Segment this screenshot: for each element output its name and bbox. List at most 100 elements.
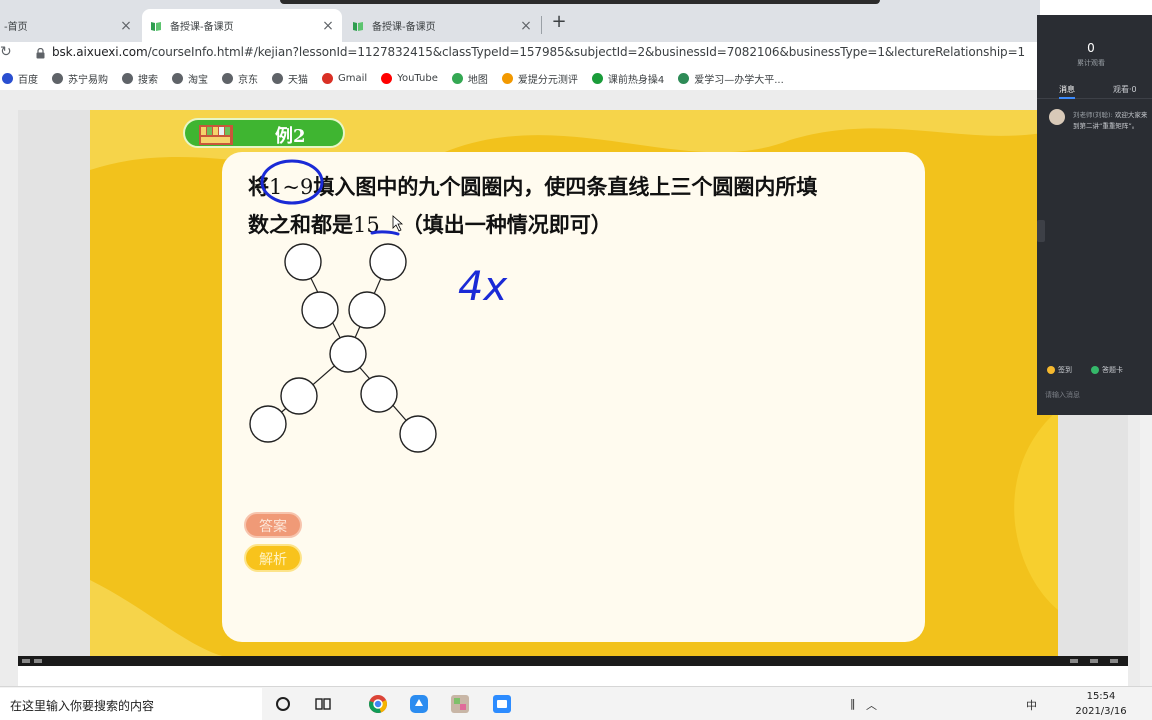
bookmark-label: 爱提分元测评 bbox=[517, 74, 578, 86]
tab-prep[interactable]: 备授课-备课页 × bbox=[344, 9, 540, 42]
bookmark-item[interactable]: YouTube bbox=[381, 72, 438, 84]
bookmark-icon bbox=[52, 72, 63, 84]
tab-separator bbox=[541, 16, 542, 34]
question-text-part: （填出一种情况即可） bbox=[401, 213, 612, 237]
viewer-count: 0 bbox=[1087, 41, 1095, 55]
signin-button[interactable]: 签到 bbox=[1047, 365, 1072, 375]
example-label: 例2 bbox=[183, 118, 345, 148]
answer-card-button[interactable]: 答题卡 bbox=[1091, 365, 1123, 375]
bookmark-icon bbox=[451, 72, 463, 84]
tab-viewers[interactable]: 观看·0 bbox=[1113, 84, 1137, 95]
chat-message: 刘老师(刘聪): 欢迎大家来到第二讲“重重矩阵”。 bbox=[1073, 110, 1151, 132]
question-line-1: 将1~9填入图中的九个圆圈内，使四条直线上三个圆圈内所填 bbox=[248, 168, 817, 206]
player-control-icon[interactable] bbox=[1070, 659, 1078, 663]
clock[interactable]: 15:54 2021/3/16 bbox=[1070, 689, 1132, 719]
diagram-circle bbox=[301, 291, 339, 329]
bookmark-item[interactable]: 京东 bbox=[222, 71, 258, 86]
tab-home[interactable]: -首页 × bbox=[0, 9, 140, 42]
tray-expand-icon[interactable]: ︿ bbox=[866, 697, 877, 713]
panel-tabs: 消息 观看·0 bbox=[1037, 79, 1152, 99]
viewer-count-label: 累计观看 bbox=[1077, 59, 1105, 67]
answer-button[interactable]: 答案 bbox=[244, 512, 302, 538]
scrollbar[interactable] bbox=[1140, 415, 1152, 686]
task-view-icon[interactable] bbox=[312, 693, 334, 715]
diagram-circle bbox=[280, 377, 318, 415]
diagram-circle bbox=[348, 291, 386, 329]
url-field[interactable]: bsk.aixuexi.com/courseInfo.html#/kejian?… bbox=[52, 45, 1025, 59]
bookmark-item[interactable]: 淘宝 bbox=[172, 71, 208, 86]
bookmark-label: 地图 bbox=[467, 74, 488, 86]
tab-title: 备授课-备课页 bbox=[372, 22, 436, 33]
bookmark-item[interactable]: 爱提分元测评 bbox=[501, 71, 578, 86]
bookmark-item[interactable]: 课前热身操4 bbox=[591, 71, 664, 86]
example-title: 例2 bbox=[275, 126, 306, 147]
player-control-icon[interactable] bbox=[1090, 659, 1098, 663]
lock-icon[interactable] bbox=[36, 48, 45, 59]
clock-time: 15:54 bbox=[1086, 691, 1116, 702]
bookmark-item[interactable]: 天猫 bbox=[272, 71, 308, 86]
tab-prep-active[interactable]: 备授课-备课页 × bbox=[142, 9, 342, 42]
message-sender: 刘老师(刘聪): bbox=[1073, 111, 1113, 119]
tab-messages[interactable]: 消息 bbox=[1059, 84, 1075, 95]
cortana-icon[interactable] bbox=[272, 693, 294, 715]
bookmark-item[interactable]: 苏宁易购 bbox=[52, 71, 108, 86]
chrome-icon[interactable] bbox=[367, 693, 389, 715]
close-icon[interactable]: × bbox=[320, 18, 336, 34]
diagram-circle bbox=[249, 405, 287, 443]
question-range: 1~9 bbox=[269, 175, 314, 199]
app-icon-blue[interactable] bbox=[408, 693, 430, 715]
analysis-button[interactable]: 解析 bbox=[244, 544, 302, 572]
bookmark-icon bbox=[172, 72, 183, 84]
book-icon bbox=[151, 21, 161, 31]
avatar bbox=[1049, 109, 1065, 125]
question-sum: 15 bbox=[353, 213, 380, 237]
live-side-panel: 0 累计观看 消息 观看·0 刘老师(刘聪): 欢迎大家来到第二讲“重重矩阵”。… bbox=[1037, 15, 1152, 415]
below-player bbox=[18, 666, 1128, 686]
bookmark-item[interactable]: 爱学习—办学大平... bbox=[678, 71, 784, 86]
app-icon-meeting[interactable] bbox=[491, 693, 513, 715]
bookmark-label: 天猫 bbox=[288, 74, 308, 86]
new-tab-button[interactable]: + bbox=[548, 12, 570, 34]
close-icon[interactable]: × bbox=[118, 18, 134, 34]
window-top-edge bbox=[280, 0, 880, 4]
player-control-icon[interactable] bbox=[22, 659, 30, 663]
bookmark-item[interactable]: Gmail bbox=[322, 72, 368, 84]
taskbar-search-placeholder: 在这里输入你要搜索的内容 bbox=[10, 699, 155, 713]
taskbar-search[interactable]: 在这里输入你要搜索的内容 bbox=[0, 688, 262, 720]
panel-collapse-handle[interactable] bbox=[1037, 220, 1045, 242]
bookmark-item[interactable]: 百度 bbox=[2, 71, 38, 86]
bookmark-label: 淘宝 bbox=[188, 74, 208, 86]
book-icon bbox=[353, 21, 363, 31]
reload-icon[interactable]: ↻ bbox=[0, 44, 16, 60]
bookmark-icon bbox=[2, 72, 13, 84]
bookmark-icon bbox=[501, 72, 513, 84]
url-host: bsk.aixuexi.com bbox=[52, 45, 148, 59]
app-icon-paint[interactable] bbox=[449, 693, 471, 715]
bookmark-label: Gmail bbox=[338, 72, 368, 84]
bookmark-item[interactable]: 地图 bbox=[451, 71, 488, 86]
ime-indicator[interactable]: 中 bbox=[1026, 697, 1037, 713]
close-icon[interactable]: × bbox=[518, 18, 534, 34]
tab-title: 备授课-备课页 bbox=[170, 22, 234, 33]
bookmark-icon bbox=[272, 72, 283, 84]
url-path: /courseInfo.html#/kejian?lessonId=112783… bbox=[147, 45, 1026, 59]
screen: -首页 × 备授课-备课页 × 备授课-备课页 × + ↻ bsk.aixuex… bbox=[0, 0, 1152, 720]
player-control-icon[interactable] bbox=[1110, 659, 1118, 663]
player-control-icon[interactable] bbox=[34, 659, 42, 663]
question-text-part: 数之和都是 bbox=[248, 213, 353, 237]
bookmark-icon bbox=[122, 72, 133, 84]
bookmark-icon bbox=[222, 72, 233, 84]
tab-strip: -首页 × 备授课-备课页 × 备授课-备课页 × + bbox=[0, 0, 1040, 42]
bookmark-icon bbox=[591, 72, 603, 84]
diagram-circle bbox=[329, 335, 367, 373]
tab-title: -首页 bbox=[4, 22, 28, 33]
bookmark-item[interactable]: 搜索 bbox=[122, 71, 158, 86]
bookmark-label: 苏宁易购 bbox=[68, 74, 108, 86]
diagram-circle bbox=[399, 415, 437, 453]
diagram-circle bbox=[284, 243, 322, 281]
bookmark-icon bbox=[381, 72, 393, 84]
answer-card-label: 答题卡 bbox=[1102, 366, 1123, 374]
diagram-circle bbox=[360, 375, 398, 413]
message-input[interactable]: 请输入消息 bbox=[1045, 390, 1080, 400]
circle-diagram bbox=[249, 243, 437, 453]
